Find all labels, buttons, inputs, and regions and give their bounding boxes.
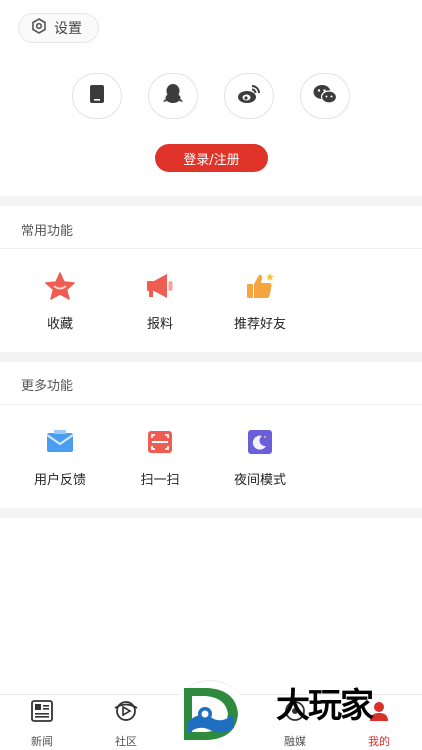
divider xyxy=(0,248,422,249)
scan-icon xyxy=(145,428,175,456)
recommend-friends-item[interactable]: 推荐好友 xyxy=(215,272,305,332)
favorites-label: 收藏 xyxy=(46,317,73,332)
report-item[interactable]: 报料 xyxy=(115,272,205,332)
phone-icon xyxy=(89,84,105,108)
login-phone-button[interactable] xyxy=(72,73,122,119)
night-mode-item[interactable]: 夜间模式 xyxy=(215,428,305,488)
recommend-friends-label: 推荐好友 xyxy=(233,317,286,332)
weibo-icon xyxy=(237,84,261,108)
tab-community[interactable]: 社区 xyxy=(96,699,156,749)
login-weibo-button[interactable] xyxy=(224,73,274,119)
orbit-icon xyxy=(113,699,139,727)
login-qq-button[interactable] xyxy=(148,73,198,119)
watermark-text: 大玩家 xyxy=(276,686,374,726)
wechat-icon xyxy=(313,84,338,108)
app-logo-icon[interactable] xyxy=(178,684,244,742)
scan-label: 扫一扫 xyxy=(140,473,180,488)
tab-news[interactable]: 新闻 xyxy=(12,699,72,749)
megaphone-icon xyxy=(145,272,175,300)
more-functions-title: 更多功能 xyxy=(21,379,74,394)
common-functions-title: 常用功能 xyxy=(21,224,74,239)
tab-community-label: 社区 xyxy=(115,735,137,748)
star-icon xyxy=(45,272,75,300)
hexagon-gear-icon xyxy=(31,18,47,38)
settings-label: 设置 xyxy=(54,21,82,37)
favorites-item[interactable]: 收藏 xyxy=(15,272,105,332)
feedback-item[interactable]: 用户反馈 xyxy=(15,428,105,488)
login-wechat-button[interactable] xyxy=(300,73,350,119)
tab-mine-label: 我的 xyxy=(368,735,390,748)
tab-media-label: 融媒 xyxy=(284,735,306,748)
login-register-button[interactable]: 登录/注册 xyxy=(155,144,268,172)
settings-button[interactable]: 设置 xyxy=(18,13,99,43)
section-divider xyxy=(0,508,422,518)
divider xyxy=(0,404,422,405)
login-methods xyxy=(0,73,422,119)
tab-news-label: 新闻 xyxy=(31,735,53,748)
section-divider xyxy=(0,352,422,362)
moon-icon xyxy=(245,428,275,456)
qq-penguin-icon xyxy=(163,83,183,109)
report-label: 报料 xyxy=(146,317,173,332)
envelope-icon xyxy=(45,428,75,456)
section-divider xyxy=(0,196,422,206)
scan-item[interactable]: 扫一扫 xyxy=(115,428,205,488)
feedback-label: 用户反馈 xyxy=(33,473,86,488)
newspaper-icon xyxy=(30,699,54,727)
night-mode-label: 夜间模式 xyxy=(233,473,286,488)
thumbs-up-icon xyxy=(245,272,275,300)
